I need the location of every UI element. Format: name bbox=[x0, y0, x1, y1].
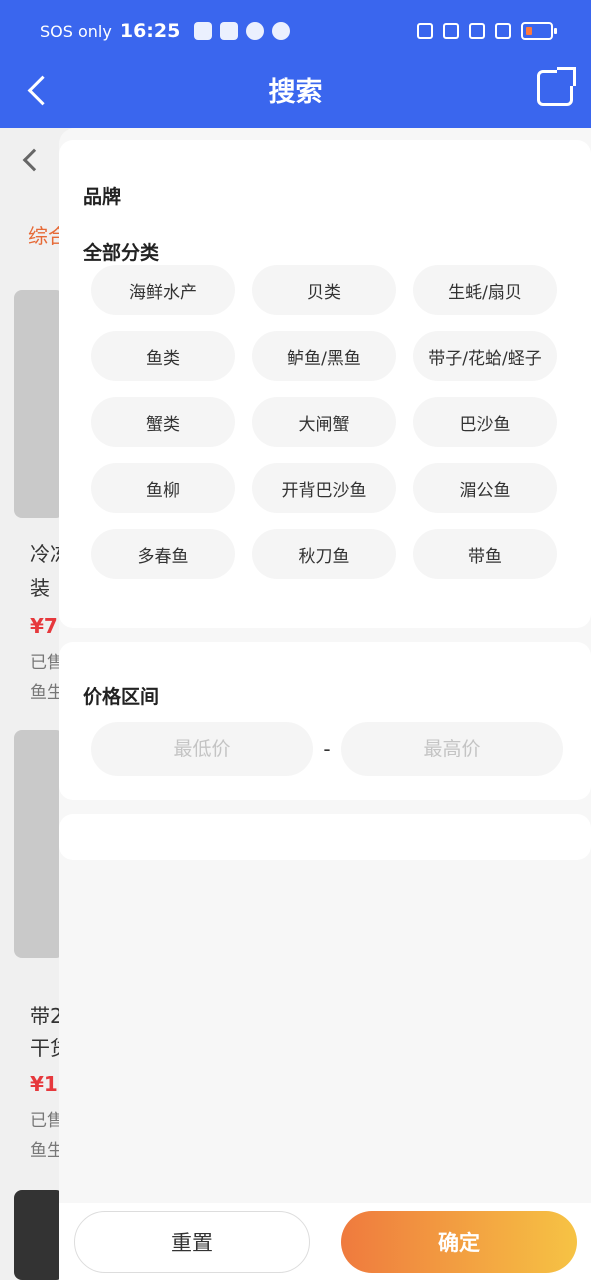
category-chip[interactable]: 鲈鱼/黑鱼 bbox=[252, 331, 396, 381]
category-chip[interactable]: 多春鱼 bbox=[91, 529, 235, 579]
category-chip[interactable]: 大闸蟹 bbox=[252, 397, 396, 447]
category-chip[interactable]: 带鱼 bbox=[413, 529, 557, 579]
category-chip[interactable]: 蟹类 bbox=[91, 397, 235, 447]
empty-section bbox=[59, 814, 591, 860]
bg-product-image-2 bbox=[14, 730, 64, 958]
category-chip[interactable]: 生蚝/扇贝 bbox=[413, 265, 557, 315]
price-title: 价格区间 bbox=[83, 686, 160, 708]
category-chip[interactable]: 湄公鱼 bbox=[413, 463, 557, 513]
max-price-input[interactable] bbox=[341, 722, 563, 776]
brand-title: 品牌 bbox=[83, 186, 122, 208]
battery-icon bbox=[521, 22, 557, 40]
filter-drawer: 品牌 全部分类 海鲜水产 贝类 生蚝/扇贝 鱼类 鲈鱼/黑鱼 带子/花蛤/蛏子 … bbox=[59, 128, 591, 1280]
status-left: SOS only 16:25 bbox=[40, 20, 291, 42]
category-chip[interactable]: 鱼类 bbox=[91, 331, 235, 381]
price-range-row: - bbox=[91, 722, 563, 776]
bg-product-image-3 bbox=[14, 1190, 64, 1280]
price-separator: - bbox=[323, 737, 331, 761]
app-logo-icon bbox=[272, 22, 291, 40]
shield-icon bbox=[220, 22, 239, 40]
price-section: 价格区间 - bbox=[59, 642, 591, 800]
carrier-text: SOS only bbox=[40, 21, 112, 41]
category-chip[interactable]: 海鲜水产 bbox=[91, 265, 235, 315]
reset-button[interactable]: 重置 bbox=[74, 1211, 310, 1273]
bg-back-chevron-icon bbox=[22, 148, 46, 172]
notification-icons bbox=[194, 22, 291, 40]
top-bar: SOS only 16:25 搜索 bbox=[0, 0, 591, 128]
drawer-footer: 重置 确定 bbox=[59, 1203, 591, 1280]
category-title: 全部分类 bbox=[83, 242, 160, 264]
status-right bbox=[417, 22, 557, 40]
status-bar: SOS only 16:25 bbox=[0, 0, 591, 66]
page-title: 搜索 bbox=[268, 77, 323, 108]
gamepad-icon bbox=[194, 22, 213, 40]
alert-icon bbox=[495, 23, 511, 39]
bg-item2-title-1: 带2 bbox=[30, 1004, 63, 1028]
category-chip[interactable]: 贝类 bbox=[252, 265, 396, 315]
nfc-icon bbox=[417, 23, 433, 39]
category-chip[interactable]: 带子/花蛤/蛏子 bbox=[413, 331, 557, 381]
category-chip[interactable]: 巴沙鱼 bbox=[413, 397, 557, 447]
bg-item1-price: ¥7 bbox=[30, 614, 58, 638]
share-icon[interactable] bbox=[537, 67, 576, 106]
wifi-icon bbox=[469, 23, 485, 39]
vibrate-icon bbox=[443, 23, 459, 39]
clock-time: 16:25 bbox=[119, 20, 181, 42]
category-grid: 海鲜水产 贝类 生蚝/扇贝 鱼类 鲈鱼/黑鱼 带子/花蛤/蛏子 蟹类 大闸蟹 巴… bbox=[91, 265, 557, 579]
category-chip[interactable]: 秋刀鱼 bbox=[252, 529, 396, 579]
bg-product-image-1 bbox=[14, 290, 64, 518]
confirm-button[interactable]: 确定 bbox=[341, 1211, 577, 1273]
bg-item1-title-2: 装 bbox=[30, 576, 50, 600]
category-chip[interactable]: 鱼柳 bbox=[91, 463, 235, 513]
close-badge-icon bbox=[246, 22, 265, 40]
category-chip[interactable]: 开背巴沙鱼 bbox=[252, 463, 396, 513]
bg-item2-price: ¥1 bbox=[30, 1072, 58, 1096]
min-price-input[interactable] bbox=[91, 722, 313, 776]
